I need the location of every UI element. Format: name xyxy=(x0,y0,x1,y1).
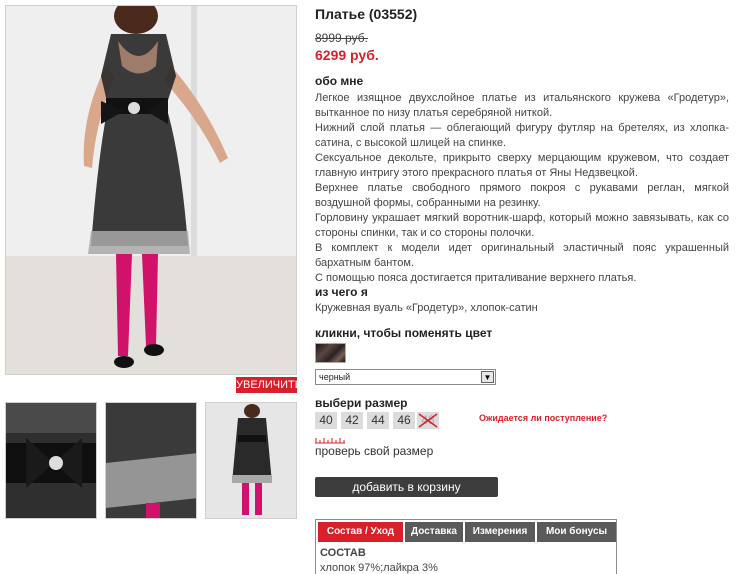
description-paragraph: Горловину украшает мягкий воротник-шарф,… xyxy=(315,212,729,239)
description-paragraph: Верхнее платье свободного прямого покроя… xyxy=(315,182,729,209)
chevron-down-icon[interactable]: ▼ xyxy=(481,371,494,383)
color-swatch-black[interactable] xyxy=(315,343,346,363)
color-select[interactable]: черный ▼ xyxy=(315,369,496,385)
main-product-photo[interactable] xyxy=(5,5,297,375)
thumbnail-lace-hem-image xyxy=(106,403,196,518)
old-price: 8999 руб. xyxy=(315,31,368,45)
check-size-link[interactable]: проверь свой размер xyxy=(315,444,433,458)
description-paragraph: Нижний слой платья — облегающий фигуру ф… xyxy=(315,122,729,149)
awaiting-stock-link[interactable]: Ожидается ли поступление? xyxy=(479,413,607,423)
size-option-40[interactable]: 40 xyxy=(315,412,337,429)
size-heading: выбери размер xyxy=(315,396,408,410)
unavailable-cross-icon xyxy=(418,413,438,428)
info-tabs-panel: Состав / Уход Доставка Измерения Мои бон… xyxy=(315,519,617,574)
add-to-cart-button[interactable]: добавить в корзину xyxy=(315,477,498,497)
thumbnail-belt-closeup-image xyxy=(6,403,96,518)
dress-model-illustration xyxy=(6,6,296,374)
size-option-48-unavailable[interactable]: 48 xyxy=(417,412,439,429)
tab-composition-care[interactable]: Состав / Уход xyxy=(318,522,403,542)
tab-measurements[interactable]: Измерения xyxy=(465,522,535,542)
tab-my-bonuses[interactable]: Мои бонусы xyxy=(537,522,616,542)
thumbnail-back-view-image xyxy=(206,403,296,518)
description-paragraph: В комплект к модели идет оригинальный эл… xyxy=(315,242,729,269)
composition-text: Кружевная вуаль «Гродетур», хлопок-сатин xyxy=(315,302,538,314)
size-option-44[interactable]: 44 xyxy=(367,412,389,429)
description-paragraph: С помощью пояса достигается приталивание… xyxy=(315,272,637,284)
tab-delivery[interactable]: Доставка xyxy=(405,522,463,542)
tab-content-title: СОСТАВ xyxy=(320,547,366,559)
description-paragraph: Сексуальное декольте, прикрыто сверху ме… xyxy=(315,152,729,179)
composition-heading: из чего я xyxy=(315,285,368,299)
tab-content-text: хлопок 97%;лайкра 3% xyxy=(320,562,438,574)
product-title: Платье (03552) xyxy=(315,6,418,22)
zoom-button[interactable]: УВЕЛИЧИТЬ xyxy=(236,377,302,393)
thumbnail-2[interactable] xyxy=(105,402,197,519)
thumbnail-1[interactable] xyxy=(5,402,97,519)
size-option-46[interactable]: 46 xyxy=(393,412,415,429)
description-paragraph: Легкое изящное двухслойное платье из ита… xyxy=(315,92,729,119)
new-price: 6299 руб. xyxy=(315,47,379,63)
product-description: Легкое изящное двухслойное платье из ита… xyxy=(315,91,729,286)
thumbnail-3[interactable] xyxy=(205,402,297,519)
size-option-42[interactable]: 42 xyxy=(341,412,363,429)
ruler-icon[interactable] xyxy=(315,436,345,444)
about-heading: обо мне xyxy=(315,74,364,88)
color-heading: кликни, чтобы поменять цвет xyxy=(315,326,493,340)
color-select-value: черный xyxy=(319,372,351,382)
thumbnail-strip xyxy=(5,402,297,519)
